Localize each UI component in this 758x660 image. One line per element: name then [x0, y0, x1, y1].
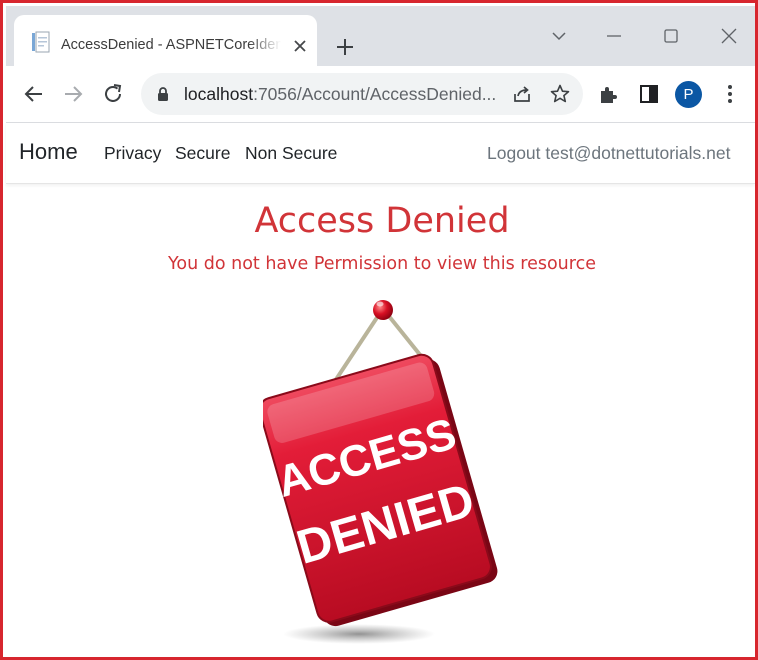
chevron-down-icon[interactable]: [547, 24, 571, 48]
page-favicon: [32, 31, 50, 53]
address-bar[interactable]: localhost:7056/Account/AccessDenied...: [141, 73, 583, 115]
window-frame: AccessDenied - ASPNETCoreIdentityDemo: [0, 0, 758, 660]
browser-toolbar: localhost:7056/Account/AccessDenied... P: [6, 66, 755, 123]
star-icon[interactable]: [549, 83, 571, 105]
browser-tab[interactable]: AccessDenied - ASPNETCoreIdentityDemo: [14, 15, 317, 66]
profile-avatar[interactable]: P: [675, 81, 702, 108]
tab-title: AccessDenied - ASPNETCoreIdentityDemo: [61, 37, 281, 53]
access-denied-sign-image: ACCESS DENIED: [263, 300, 498, 644]
url-host: localhost: [184, 84, 254, 104]
page-subtitle: You do not have Permission to view this …: [168, 254, 596, 274]
forward-arrow-icon[interactable]: [61, 82, 85, 106]
nav-home[interactable]: Home: [19, 139, 78, 165]
extensions-icon[interactable]: [597, 82, 621, 106]
site-navbar: Home Privacy Secure Non Secure Logout te…: [6, 123, 755, 184]
logout-link[interactable]: Logout test@dotnettutorials.net: [487, 143, 730, 164]
nav-secure[interactable]: Secure: [175, 143, 230, 164]
close-window-icon[interactable]: [717, 24, 741, 48]
kebab-menu-icon[interactable]: [718, 82, 742, 106]
close-icon[interactable]: [291, 37, 309, 55]
back-arrow-icon[interactable]: [22, 82, 46, 106]
nav-privacy[interactable]: Privacy: [104, 143, 161, 164]
side-panel-icon[interactable]: [637, 82, 661, 106]
lock-icon[interactable]: [155, 86, 171, 102]
share-icon[interactable]: [511, 83, 533, 105]
maximize-icon[interactable]: [659, 24, 683, 48]
url-text: localhost:7056/Account/AccessDenied...: [184, 84, 496, 105]
minimize-icon[interactable]: [602, 24, 626, 48]
url-path: :7056/Account/AccessDenied...: [253, 84, 497, 104]
tab-strip: AccessDenied - ASPNETCoreIdentityDemo: [6, 6, 755, 66]
plus-icon[interactable]: [334, 36, 356, 58]
reload-icon[interactable]: [101, 82, 125, 106]
page-title: Access Denied: [254, 201, 510, 241]
nav-non-secure[interactable]: Non Secure: [245, 143, 337, 164]
